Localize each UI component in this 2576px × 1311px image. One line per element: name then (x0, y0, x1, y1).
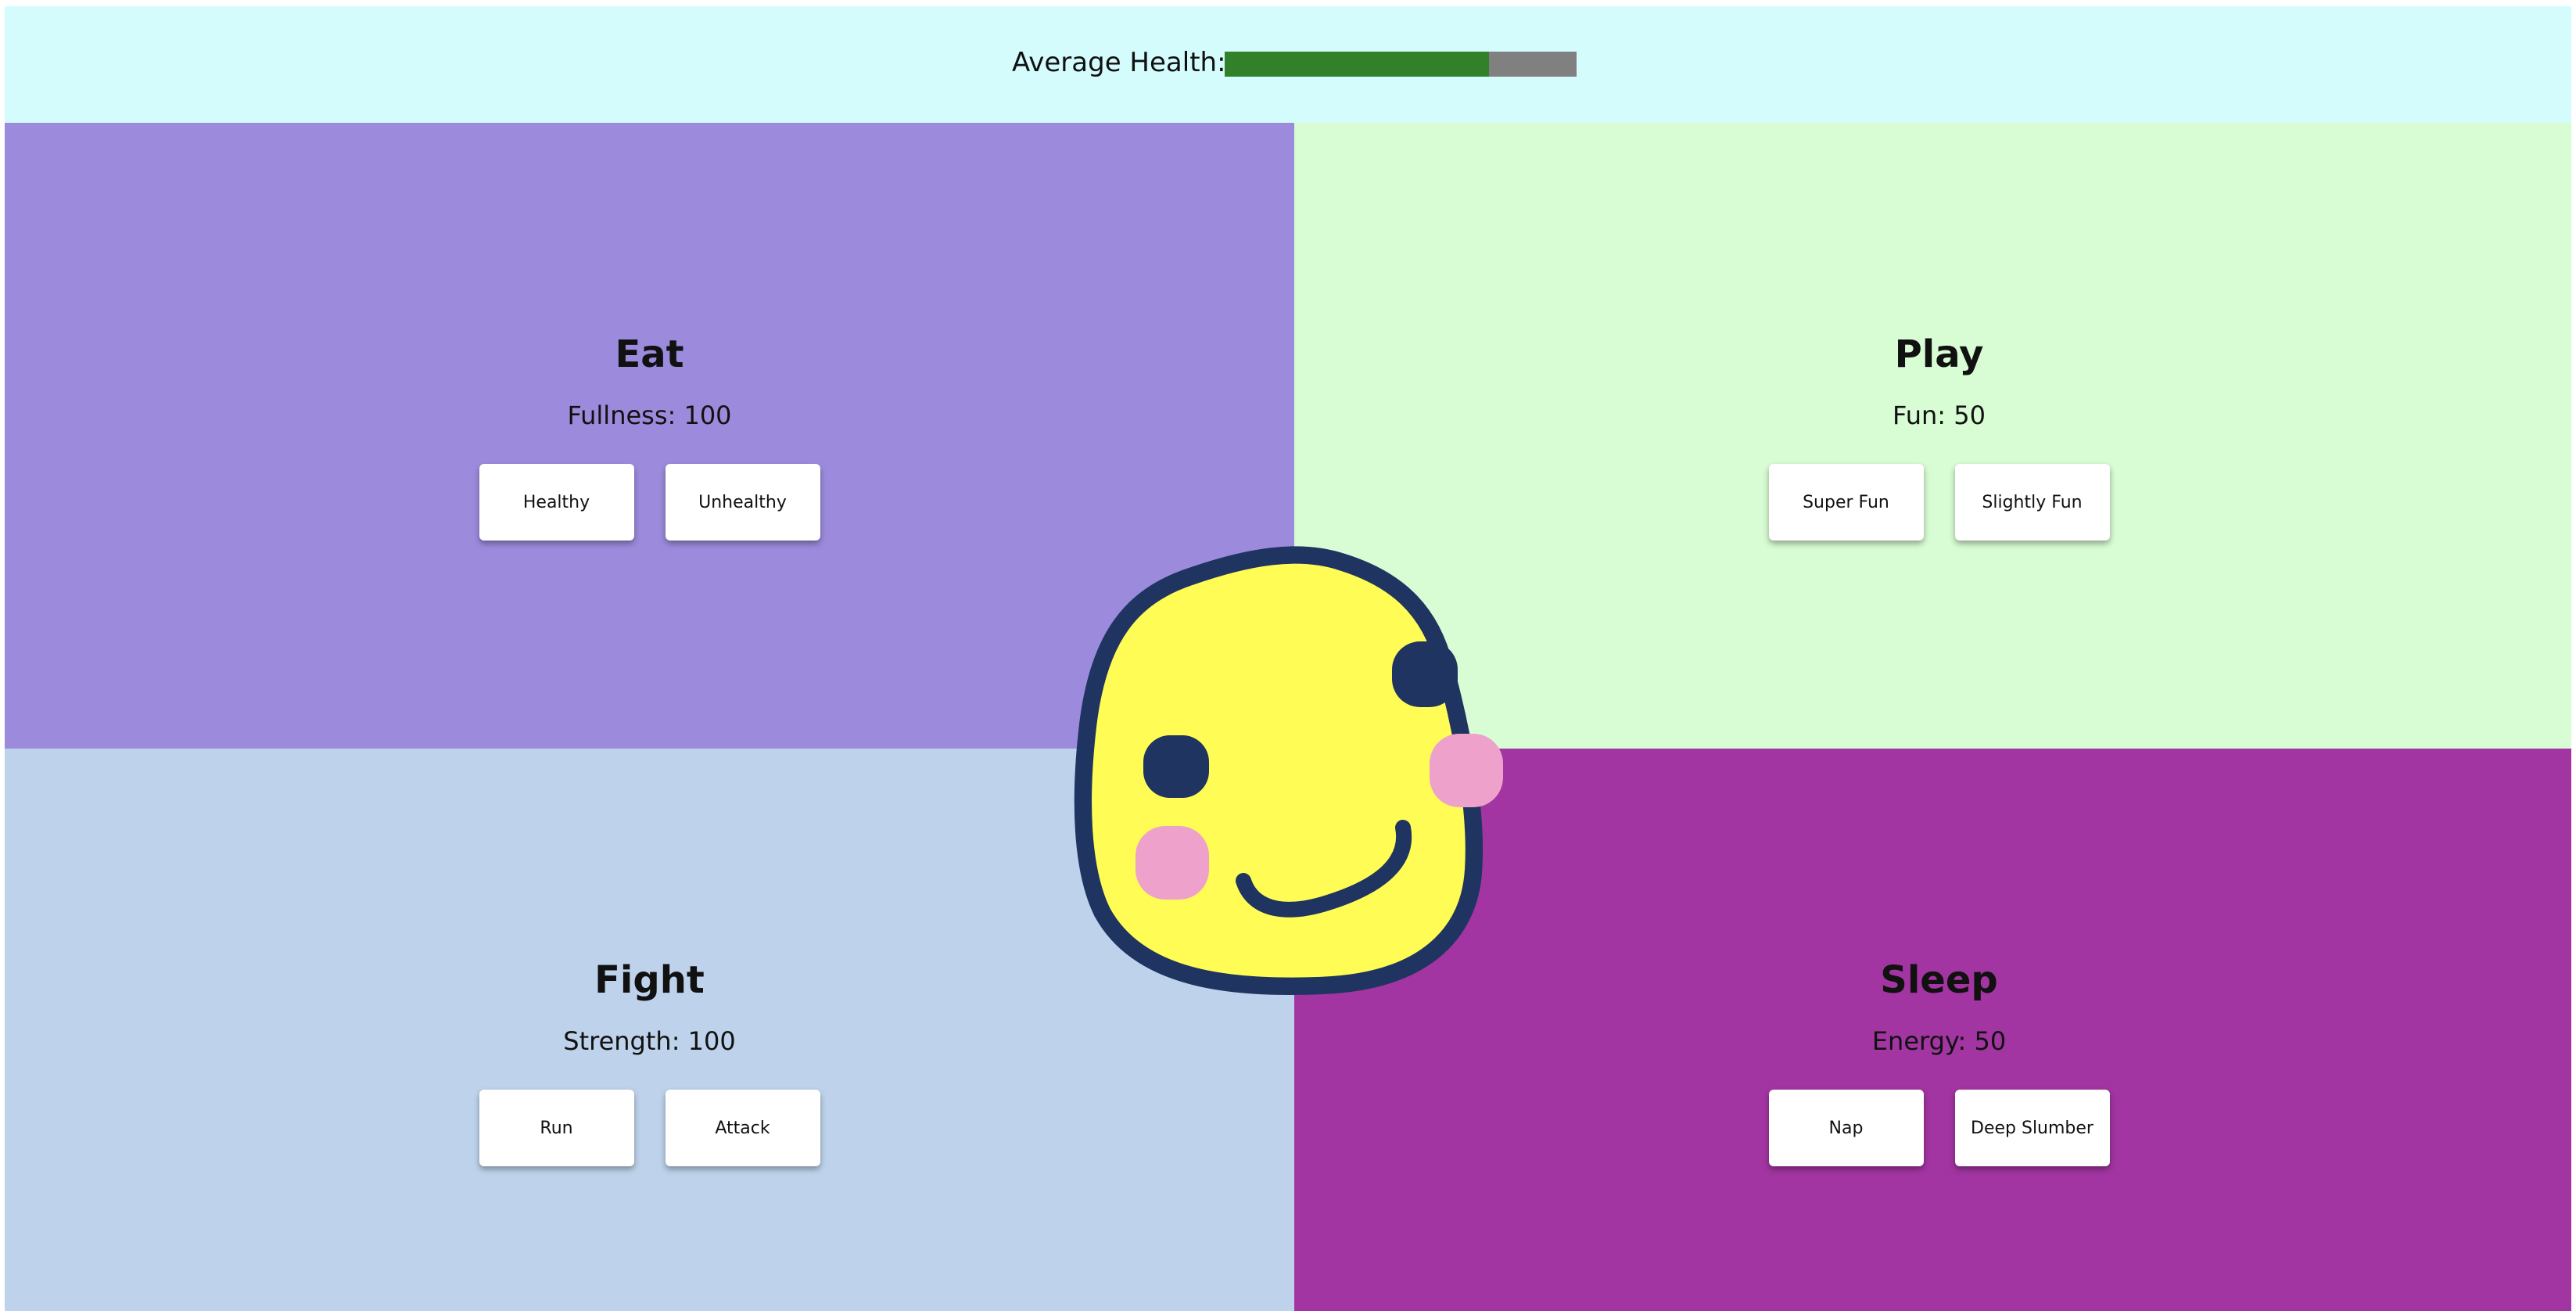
deep-slumber-button[interactable]: Deep Slumber (1954, 1090, 2110, 1166)
play-title: Play (1894, 332, 1984, 376)
health-header: Average Health: (5, 6, 2571, 123)
slightly-fun-button[interactable]: Slightly Fun (1954, 464, 2110, 541)
pet-body (1074, 546, 1484, 995)
average-health-bar (1225, 52, 1577, 77)
fun-stat: Fun: 50 (1893, 400, 1986, 430)
attack-button[interactable]: Attack (665, 1090, 820, 1166)
run-button[interactable]: Run (479, 1090, 634, 1166)
average-health-label: Average Health: (1012, 47, 1226, 78)
eat-title: Eat (615, 332, 684, 376)
healthy-button[interactable]: Healthy (479, 464, 634, 541)
pet-left-eye (1143, 735, 1209, 798)
average-health-bar-fill (1225, 52, 1489, 77)
fullness-stat: Fullness: 100 (567, 400, 732, 430)
tamagotchi-app: Average Health: Eat Fullness: 100 Health… (5, 6, 2571, 1311)
nap-button[interactable]: Nap (1768, 1090, 1924, 1166)
super-fun-button[interactable]: Super Fun (1768, 464, 1924, 541)
pet-right-eye (1392, 641, 1458, 707)
smiley-pet-icon[interactable] (1062, 538, 1547, 1031)
pet-right-cheek (1430, 734, 1503, 807)
pet-left-cheek (1136, 826, 1209, 900)
unhealthy-button[interactable]: Unhealthy (665, 464, 820, 541)
